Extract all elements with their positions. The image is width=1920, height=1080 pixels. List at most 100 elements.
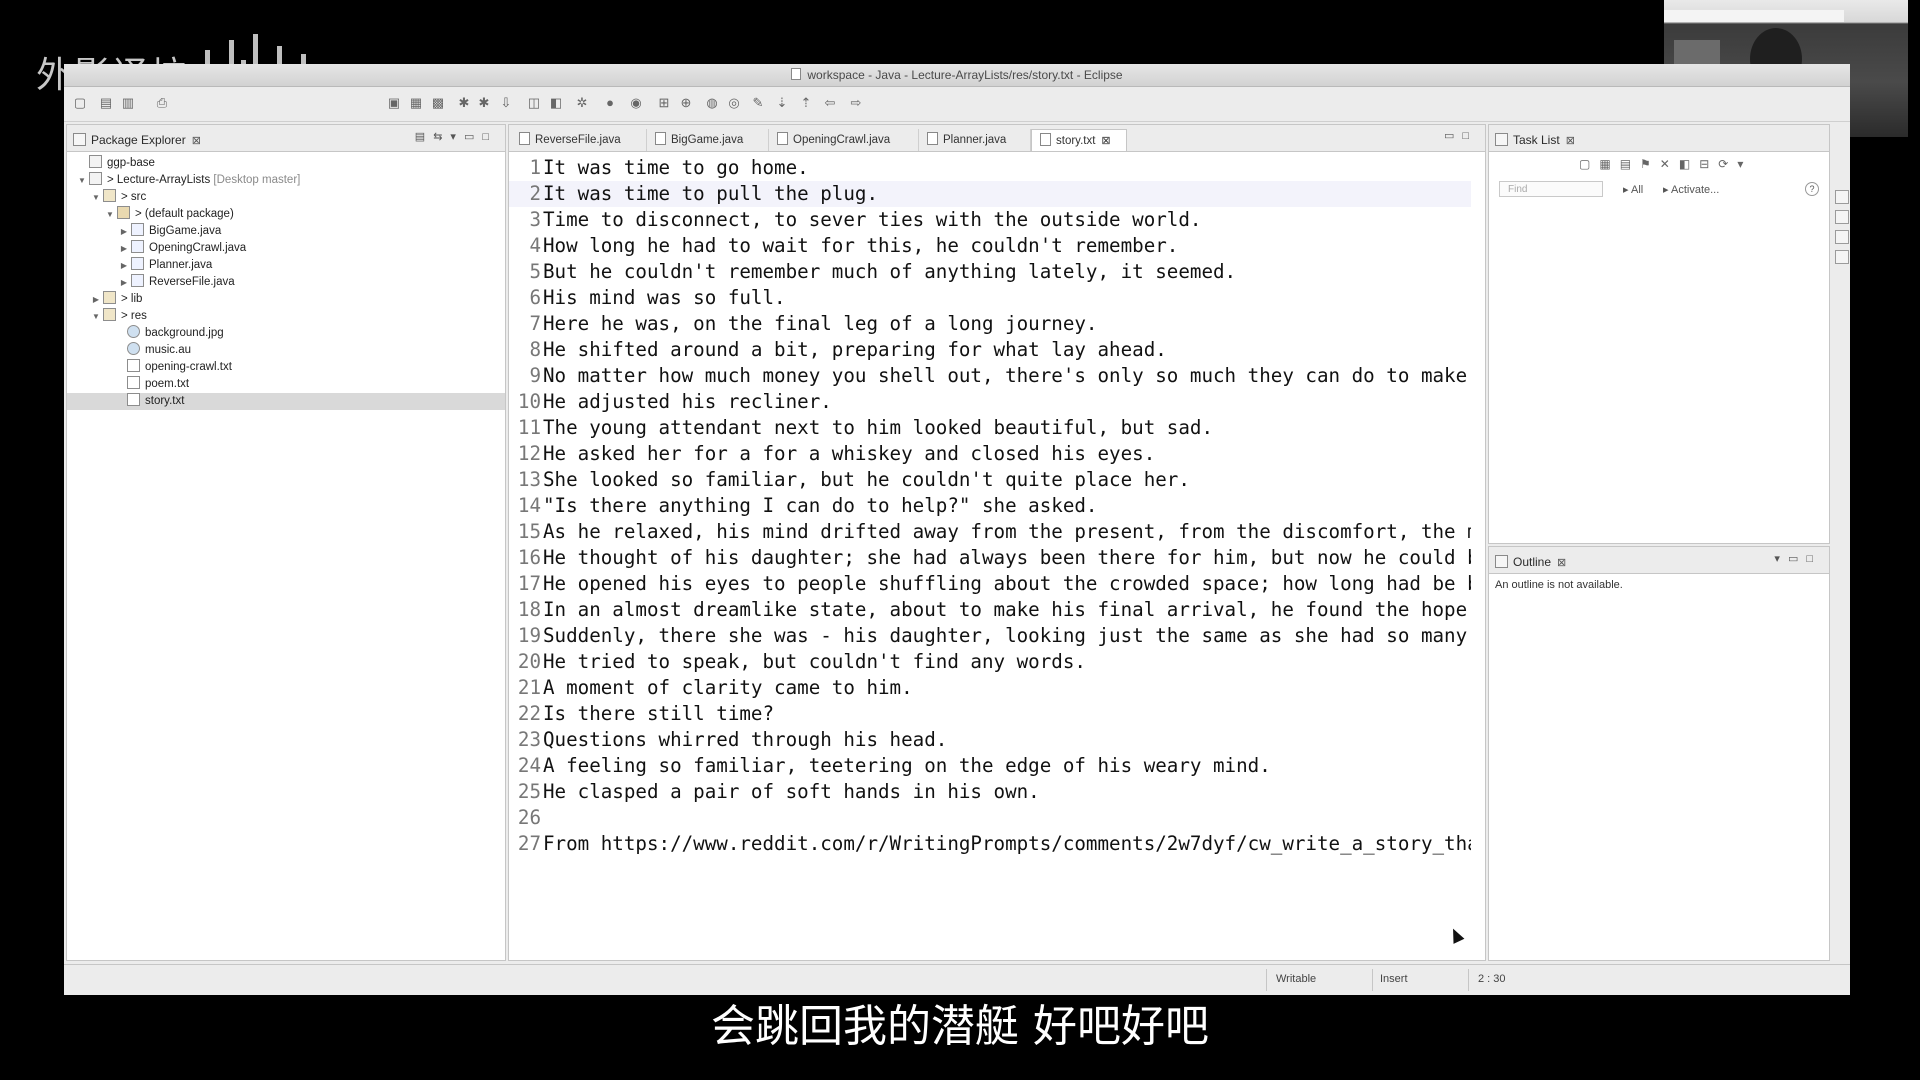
build-icon[interactable]: ▩	[430, 95, 446, 111]
view-menu-icon[interactable]: ▾	[1737, 157, 1752, 171]
tree-twisty[interactable]: ▼	[105, 206, 115, 223]
maximize-icon[interactable]: □	[482, 131, 497, 143]
tree-item[interactable]: ggp-base	[67, 155, 505, 172]
tree-twisty[interactable]: ▼	[77, 172, 87, 189]
save-icon[interactable]: ▤	[98, 95, 114, 111]
tree-item[interactable]: opening-crawl.txt	[67, 359, 505, 376]
tree-item-selected[interactable]: story.txt	[67, 393, 505, 410]
document-icon	[791, 68, 802, 80]
outline-tab[interactable]: Outline ⊠	[1495, 553, 1566, 571]
editor-controls: ▭□	[1444, 129, 1477, 142]
back-icon[interactable]: ⇦	[822, 95, 838, 111]
maximize-icon[interactable]: □	[1462, 130, 1477, 142]
team-icon[interactable]: ◧	[548, 95, 564, 111]
outline-header: Outline ⊠ ▾▭□	[1489, 547, 1829, 574]
print-icon[interactable]: ⎙	[154, 95, 170, 111]
new-wizard-icon[interactable]: ▢	[72, 95, 88, 111]
filter-icon[interactable]: ⚑	[1640, 157, 1660, 171]
tree-item[interactable]: ▶ BigGame.java	[67, 223, 505, 240]
tree-item[interactable]: ▼ > (default package)	[67, 206, 505, 223]
text-editor[interactable]: 1 It was time to go home. 2 It was time to…	[509, 155, 1471, 960]
focus-icon[interactable]: ◧	[1679, 157, 1699, 171]
categorize-icon[interactable]: ▦	[1599, 157, 1619, 171]
next-annotation-icon[interactable]: ⇣	[774, 95, 790, 111]
tree-item[interactable]: poem.txt	[67, 376, 505, 393]
link-editor-icon[interactable]: ⇆	[433, 131, 450, 143]
tree-item[interactable]: ▼ > Lecture-ArrayLists [Desktop master]	[67, 172, 505, 189]
forward-icon[interactable]: ⇨	[848, 95, 864, 111]
package-explorer-tab[interactable]: Package Explorer ⊠	[73, 131, 201, 149]
tab-story[interactable]: story.txt ⊠	[1031, 129, 1127, 151]
tree-item[interactable]: ▶ Planner.java	[67, 257, 505, 274]
open-task-icon[interactable]: ▦	[408, 95, 424, 111]
open-type-icon[interactable]: ▣	[386, 95, 402, 111]
new-java-project-icon[interactable]: ⊞	[656, 95, 672, 111]
tree-item-label: > (default package)	[135, 208, 234, 220]
line-number: 15	[517, 520, 541, 543]
view-menu-icon[interactable]: ▾	[1774, 553, 1788, 565]
tab-planner[interactable]: Planner.java	[919, 129, 1031, 151]
line-number: 4	[529, 234, 541, 257]
tree-twisty[interactable]: ▶	[119, 274, 129, 291]
tree-item[interactable]: ▶ ReverseFile.java	[67, 274, 505, 291]
tree-twisty[interactable]: ▼	[91, 189, 101, 206]
find-input[interactable]: Find	[1499, 181, 1603, 197]
search-icon[interactable]: ◎	[726, 95, 742, 111]
marker-icon[interactable]: ✱	[476, 95, 492, 111]
search-trim-icon[interactable]	[1835, 210, 1849, 224]
tree-item[interactable]: music.au	[67, 342, 505, 359]
help-icon[interactable]: ?	[1805, 182, 1819, 196]
code-line: 14 "Is there anything I can do to help?" …	[509, 493, 1471, 519]
close-tab-icon[interactable]: ⊠	[1101, 135, 1110, 147]
all-filter[interactable]: ▸ All	[1623, 183, 1643, 196]
tree-item[interactable]: ▼ > src	[67, 189, 505, 206]
close-icon[interactable]: ⊠	[192, 135, 201, 147]
new-class-icon[interactable]: ◍	[704, 95, 720, 111]
package-tree: ggp-base ▼ > Lecture-ArrayLists [Desktop …	[67, 155, 505, 960]
collapse-all-icon[interactable]: ▤	[415, 131, 433, 143]
settings-trim-icon[interactable]	[1835, 250, 1849, 264]
tree-twisty[interactable]: ▼	[91, 308, 101, 325]
close-icon[interactable]: ⊠	[1566, 135, 1575, 147]
tree-twisty[interactable]: ▶	[91, 291, 101, 308]
external-tool-icon[interactable]: ✱	[456, 95, 472, 111]
tab-biggame[interactable]: BigGame.java	[647, 129, 769, 151]
line-number: 12	[517, 442, 541, 465]
save-all-icon[interactable]: ▥	[120, 95, 136, 111]
line-number: 18	[517, 598, 541, 621]
tree-item[interactable]: ▶ OpeningCrawl.java	[67, 240, 505, 257]
collapse-icon[interactable]: ⊟	[1699, 157, 1718, 171]
deploy-icon[interactable]: ⇩	[498, 95, 514, 111]
task-trim-icon[interactable]	[1835, 190, 1849, 204]
previous-annotation-icon[interactable]: ⇡	[798, 95, 814, 111]
task-list-filter-row: Find ▸ All ▸ Activate... ?	[1499, 181, 1819, 201]
view-menu-icon[interactable]: ▾	[450, 131, 464, 143]
tree-twisty[interactable]: ▶	[119, 257, 129, 274]
tree-twisty[interactable]: ▶	[119, 240, 129, 257]
java-file-icon	[655, 132, 666, 145]
minimize-icon[interactable]: ▭	[1788, 553, 1806, 565]
sync-icon[interactable]: ⟳	[1718, 157, 1737, 171]
run-icon[interactable]: ●	[602, 95, 618, 111]
tree-item[interactable]: background.jpg	[67, 325, 505, 342]
task-icon[interactable]: ◫	[526, 95, 542, 111]
new-package-icon[interactable]: ⊕	[678, 95, 694, 111]
tree-item[interactable]: ▶ > lib	[67, 291, 505, 308]
debug-icon[interactable]: ✲	[574, 95, 590, 111]
console-trim-icon[interactable]	[1835, 230, 1849, 244]
task-list-tab[interactable]: Task List ⊠	[1495, 131, 1575, 149]
delete-icon[interactable]: ✕	[1660, 157, 1679, 171]
annotation-icon[interactable]: ✎	[750, 95, 766, 111]
close-icon[interactable]: ⊠	[1557, 557, 1566, 569]
tab-openingcrawl[interactable]: OpeningCrawl.java	[769, 129, 919, 151]
tab-reversefile[interactable]: ReverseFile.java	[511, 129, 647, 151]
coverage-icon[interactable]: ◉	[628, 95, 644, 111]
tree-twisty[interactable]: ▶	[119, 223, 129, 240]
activate-filter[interactable]: ▸ Activate...	[1663, 183, 1719, 196]
minimize-icon[interactable]: ▭	[1444, 130, 1462, 142]
tree-item[interactable]: ▼ > res	[67, 308, 505, 325]
schedule-icon[interactable]: ▤	[1620, 157, 1640, 171]
minimize-icon[interactable]: ▭	[464, 131, 482, 143]
maximize-icon[interactable]: □	[1806, 553, 1821, 565]
new-task-icon[interactable]: ▢	[1579, 157, 1599, 171]
